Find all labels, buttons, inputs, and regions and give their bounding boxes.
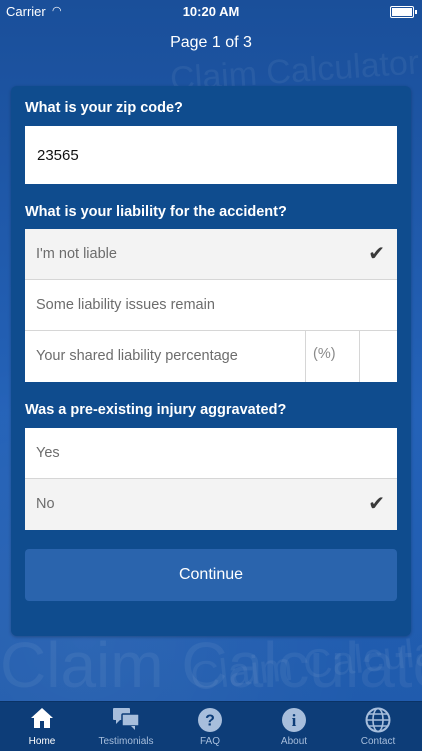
option-yes[interactable]: Yes — [25, 428, 397, 479]
zip-code-input[interactable] — [25, 126, 397, 184]
tab-about[interactable]: i About — [252, 702, 336, 751]
liability-question-label: What is your liability for the accident? — [25, 204, 287, 220]
option-label: I'm not liable — [36, 246, 117, 262]
info-icon: i — [252, 706, 336, 734]
option-label: Yes — [36, 445, 60, 461]
shared-liability-label: Your shared liability percentage — [36, 348, 238, 364]
home-icon — [0, 706, 84, 734]
status-bar: Carrier ◠ 10:20 AM — [0, 0, 422, 22]
continue-button[interactable]: Continue — [25, 549, 397, 601]
page-title: Page 1 of 3 — [170, 34, 252, 51]
option-label: Some liability issues remain — [36, 297, 215, 313]
tab-testimonials[interactable]: Testimonials — [84, 702, 168, 751]
preexisting-options: Yes No ✔ — [25, 428, 397, 530]
checkmark-icon: ✔ — [368, 493, 385, 515]
tab-contact[interactable]: Contact — [336, 702, 420, 751]
checkmark-icon: ✔ — [368, 243, 385, 265]
question-icon: ? — [168, 706, 252, 734]
form-card: What is your zip code? What is your liab… — [11, 86, 411, 636]
shared-liability-row[interactable]: Your shared liability percentage (%) — [25, 331, 397, 382]
tab-home[interactable]: Home — [0, 702, 84, 751]
clock: 10:20 AM — [182, 4, 240, 19]
option-no[interactable]: No ✔ — [25, 479, 397, 530]
option-not-liable[interactable]: I'm not liable ✔ — [25, 229, 397, 280]
tab-label: About — [280, 736, 308, 747]
tab-label: Testimonials — [98, 736, 154, 747]
tab-label: Contact — [360, 736, 396, 747]
svg-text:i: i — [292, 711, 297, 730]
svg-text:?: ? — [205, 713, 215, 730]
battery-icon — [390, 6, 417, 18]
percentage-input[interactable]: (%) — [305, 331, 360, 382]
tab-label: Home — [28, 736, 56, 747]
option-some-liability[interactable]: Some liability issues remain — [25, 280, 397, 331]
zip-question-label: What is your zip code? — [25, 100, 183, 116]
preexisting-question-label: Was a pre-existing injury aggravated? — [25, 402, 287, 418]
chat-bubbles-icon — [84, 706, 168, 734]
tab-faq[interactable]: ? FAQ — [168, 702, 252, 751]
tab-bar: Home Testimonials ? FAQ i About Contact — [0, 701, 422, 751]
liability-options: I'm not liable ✔ Some liability issues r… — [25, 229, 397, 382]
option-label: No — [36, 496, 55, 512]
globe-icon — [336, 706, 420, 734]
tab-label: FAQ — [199, 736, 220, 747]
